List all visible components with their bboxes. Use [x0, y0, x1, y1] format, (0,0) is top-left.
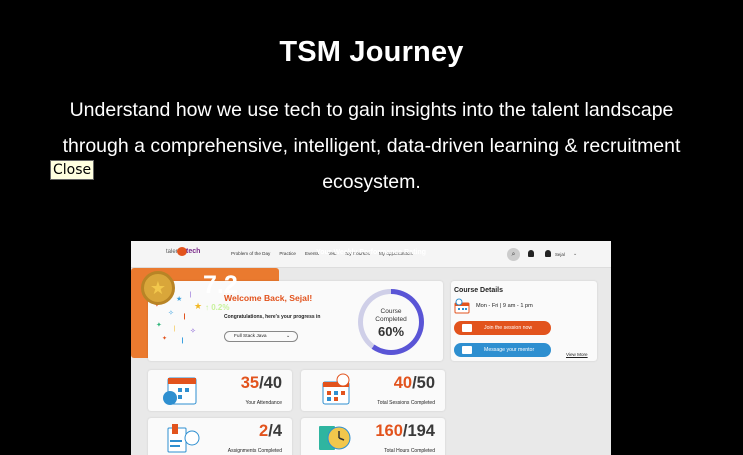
course-schedule: Mon - Fri | 9 am - 1 pm	[476, 303, 533, 309]
message-mentor-label: Message your mentor	[484, 347, 535, 353]
hours-label: Total Hours Completed	[384, 448, 435, 454]
welcome-card: ★ ★ ✦ ❘ ★ ✧ ❙ ✦ ❘ ✧ ✦ ❙ Welcome Back, Se…	[148, 281, 443, 361]
join-session-label: Join the session now	[484, 325, 533, 331]
chevron-down-icon: ⌄	[285, 334, 290, 339]
assignments-value: 2/4	[259, 422, 282, 441]
view-more-link[interactable]: View More	[566, 352, 588, 357]
page-subtitle: Understand how we use tech to gain insig…	[62, 99, 681, 193]
performance-value: 7.2	[203, 271, 238, 299]
hours-clock-icon	[319, 426, 351, 450]
performance-change: ↑ 0.2%	[205, 303, 230, 312]
assignments-count: 2	[259, 422, 269, 440]
sessions-count: 40	[393, 374, 413, 392]
assignments-icon	[167, 424, 200, 453]
attendance-total: /40	[259, 374, 282, 392]
sessions-calendar-icon	[322, 373, 350, 405]
message-mentor-button[interactable]: Message your mentor	[454, 343, 551, 357]
attendance-stat-card: 35/40 Your Attendance	[148, 370, 292, 411]
sessions-total: /50	[412, 374, 435, 392]
hours-count: 160	[375, 422, 403, 440]
welcome-text: Congratulations, here's your progress in	[224, 314, 321, 320]
assignments-total: /4	[268, 422, 282, 440]
attendance-count: 35	[240, 374, 260, 392]
sessions-label: Total Sessions Completed	[377, 400, 435, 406]
progress-label-course: Course	[380, 308, 402, 315]
join-session-button[interactable]: Join the session now	[454, 321, 551, 335]
attendance-calendar-icon	[163, 377, 197, 405]
course-select-value: Full Stack Java	[234, 334, 267, 339]
attendance-label: Your Attendance	[245, 400, 282, 406]
calendar-clock-icon	[454, 298, 470, 314]
progress-ring-center: Course Completed 60%	[363, 294, 419, 350]
attendance-value: 35/40	[241, 374, 282, 393]
dashboard-screenshot: talent tech Problem of the Day Practice …	[131, 241, 611, 455]
assignments-stat-card: 2/4 Assignments Completed	[148, 418, 292, 455]
course-select[interactable]: Full Stack Java ⌄	[224, 331, 298, 342]
star-icon: ★	[149, 278, 167, 298]
hours-stat-card: 160/194 Total Hours Completed	[301, 418, 445, 455]
assignments-label: Assignments Completed	[227, 448, 282, 454]
progress-label-completed: Completed	[375, 316, 407, 323]
page-title: TSM Journey	[279, 36, 464, 68]
hours-total: /194	[402, 422, 435, 440]
megaphone-icon	[462, 346, 472, 354]
sessions-value: 40/50	[394, 374, 435, 393]
video-icon	[462, 324, 472, 332]
course-progress-ring: Course Completed 60%	[358, 289, 424, 355]
sessions-stat-card: 40/50 Total Sessions Completed	[301, 370, 445, 411]
course-details-title: Course Details	[454, 287, 504, 294]
medal-icon: ★	[141, 271, 175, 305]
close-button[interactable]: Close	[50, 160, 95, 180]
performance-title: Your Weekly Performance Rating	[316, 249, 426, 256]
course-details-card: Course Details Mon - Fri | 9 am - 1 pm J…	[451, 281, 597, 361]
hours-value: 160/194	[375, 422, 435, 441]
progress-value: 60%	[377, 324, 405, 339]
